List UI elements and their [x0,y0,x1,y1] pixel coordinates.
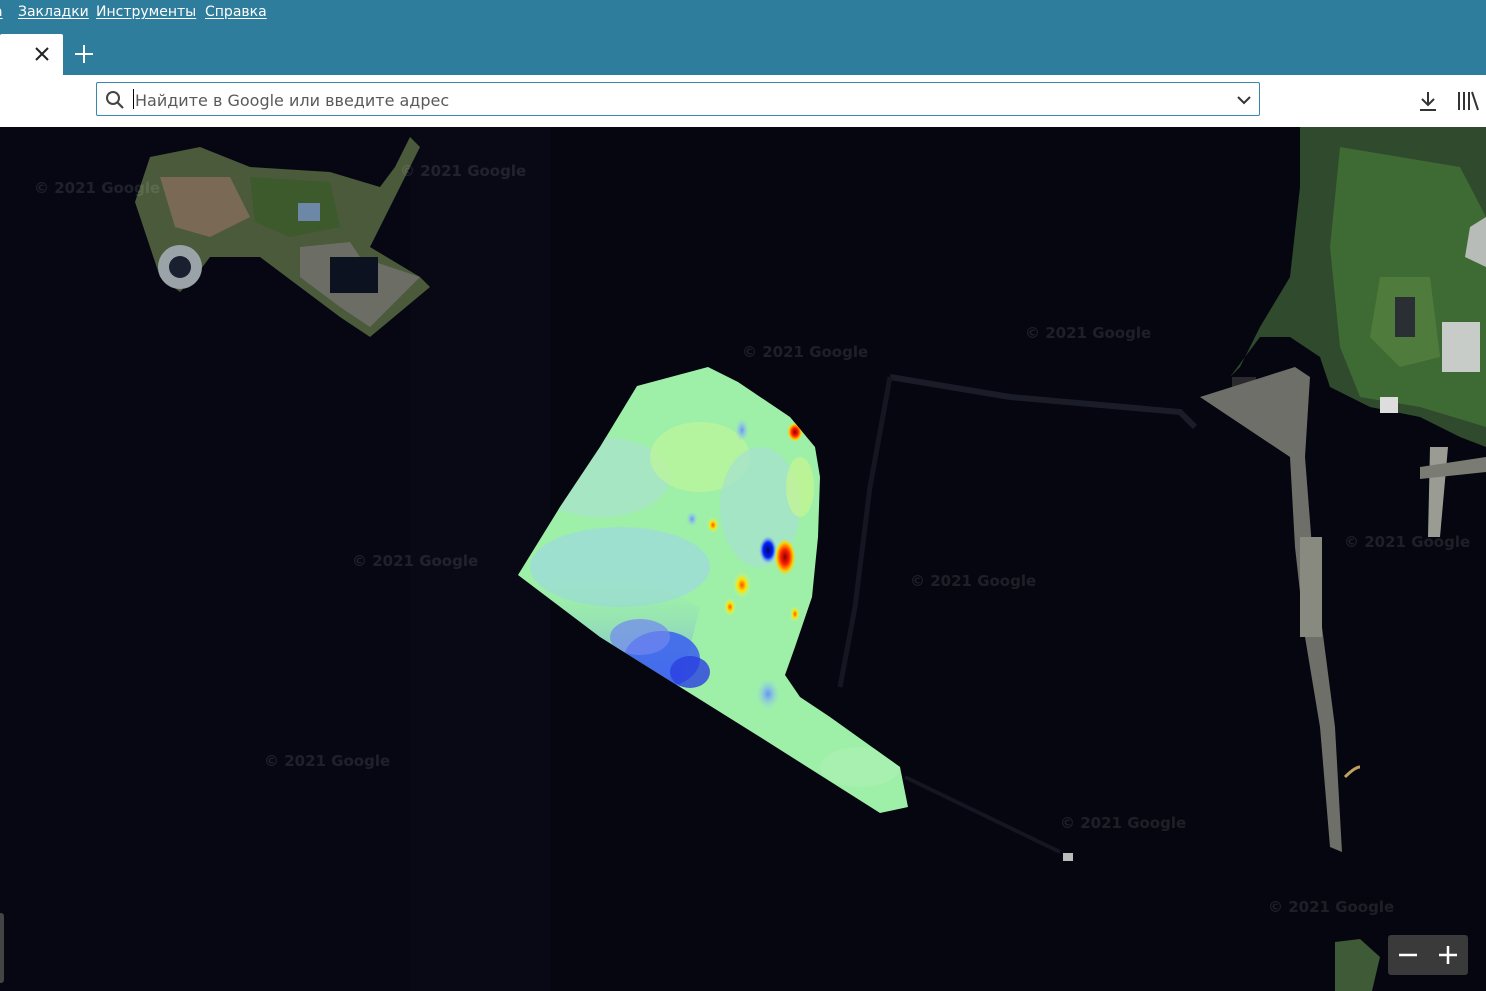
search-icon [106,91,124,109]
menu-item-help[interactable]: Справка [205,4,267,20]
zoom-out-button[interactable] [1388,935,1428,975]
menu-item-bookmarks[interactable]: Закладки [18,4,89,20]
close-icon[interactable] [32,44,52,64]
menu-item-partial[interactable]: а [0,4,3,20]
url-input[interactable] [133,87,1227,113]
plus-icon[interactable] [72,42,96,66]
side-panel-handle[interactable] [0,913,4,983]
url-bar[interactable] [96,82,1260,116]
chevron-down-icon[interactable] [1235,91,1253,109]
active-tab[interactable] [0,34,63,75]
text-caret [133,89,134,109]
zoom-control [1388,935,1468,975]
download-icon[interactable] [1416,89,1440,113]
menu-bar: а Закладки Инструменты Справка [0,0,1486,26]
map-imagery [0,127,1486,991]
library-icon[interactable] [1456,89,1480,113]
tab-strip [0,26,1486,75]
satellite-map[interactable]: © 2021 Google © 2021 Google © 2021 Googl… [0,127,1486,991]
zoom-in-button[interactable] [1428,935,1468,975]
navigation-bar [0,75,1486,128]
menu-item-tools[interactable]: Инструменты [96,4,196,20]
